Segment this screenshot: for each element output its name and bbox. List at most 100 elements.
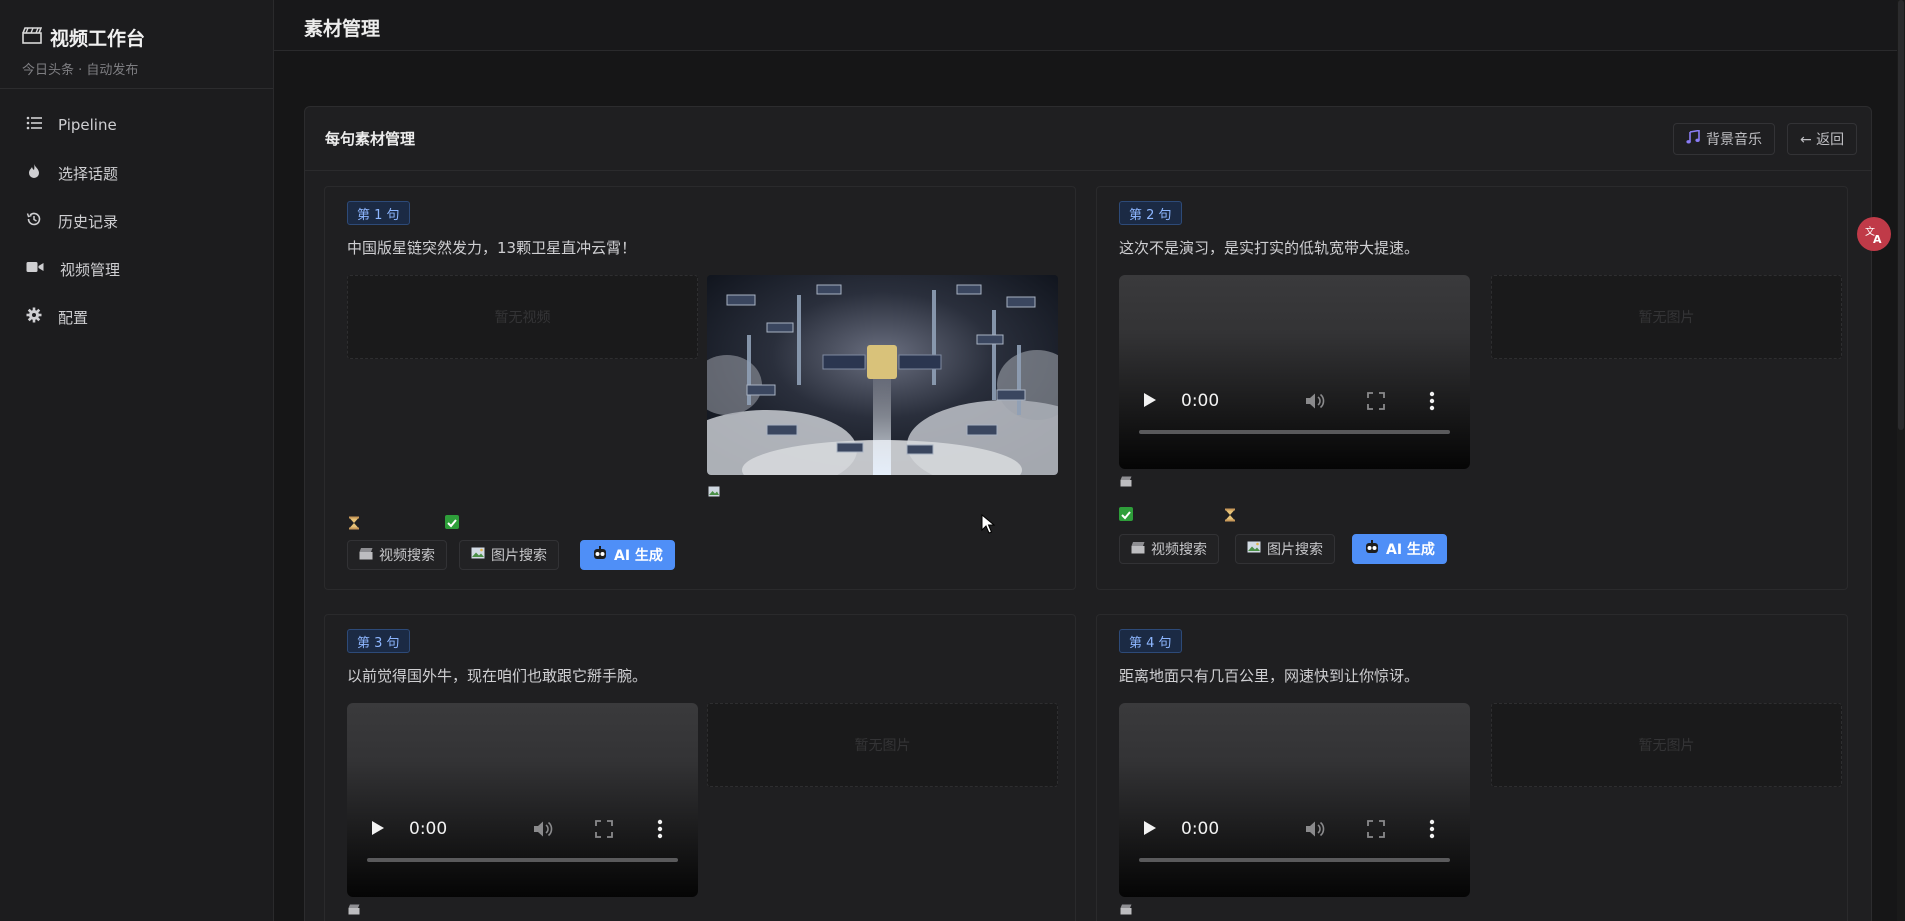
sentence-text: 这次不是演习，是实打实的低轨宽带大提速。 [1119,239,1420,257]
video-placeholder: 暂无视频 [347,275,698,359]
topbar: 素材管理 [274,0,1905,51]
check-icon [445,515,459,529]
translate-icon[interactable]: 文A [1857,217,1891,251]
sentence-card-2: 第 2 句 这次不是演习，是实打实的低轨宽带大提速。 0:00 暂无图片 视频搜… [1096,186,1848,590]
sentence-card-4: 第 4 句 距离地面只有几百公里，网速快到让你惊讶。 0:00 暂无图片 [1096,614,1848,921]
background-music-label: 背景音乐 [1706,132,1762,148]
mouse-cursor-icon [981,513,996,538]
fullscreen-icon[interactable] [595,820,613,842]
panel-header: 每句素材管理 背景音乐 ← 返回 [305,107,1871,171]
svg-text:A: A [1873,233,1882,245]
brand: 视频工作台 今日头条 · 自动发布 [0,0,273,89]
clapperboard-icon [1119,474,1133,488]
video-player[interactable]: 0:00 [1119,275,1470,469]
brand-subtitle: 今日头条 · 自动发布 [22,63,139,78]
play-icon[interactable] [371,820,385,840]
video-player[interactable]: 0:00 [347,703,698,897]
sidebar-item-videos[interactable]: 视频管理 [0,245,273,293]
sidebar-nav: Pipeline 选择话题 历史记录 视频管理 配置 [0,89,273,341]
video-camera-icon [26,260,44,278]
history-icon [26,211,42,231]
more-options-icon[interactable] [657,819,663,843]
sidebar-item-label: 历史记录 [58,212,119,231]
video-search-button[interactable]: 视频搜索 [1119,534,1219,564]
image-placeholder: 暂无图片 [707,703,1058,787]
back-button[interactable]: ← 返回 [1787,123,1858,155]
video-time: 0:00 [409,819,448,839]
background-music-button[interactable]: 背景音乐 [1673,123,1775,155]
video-progress-track[interactable] [1139,430,1450,434]
clapperboard-icon [359,547,373,564]
sentence-text: 以前觉得国外牛，现在咱们也敢跟它掰手腕。 [347,667,648,685]
image-icon [471,547,485,563]
video-search-button[interactable]: 视频搜索 [347,540,447,570]
video-time: 0:00 [1181,819,1220,839]
volume-icon[interactable] [1305,392,1325,414]
more-options-icon[interactable] [1429,819,1435,843]
play-icon[interactable] [1143,392,1157,412]
image-search-label: 图片搜索 [1267,542,1323,558]
music-note-icon [1686,129,1700,148]
sentence-text: 距离地面只有几百公里，网速快到让你惊讶。 [1119,667,1420,685]
volume-icon[interactable] [1305,820,1325,842]
more-options-icon[interactable] [1429,391,1435,415]
brand-title: 视频工作台 [50,28,146,50]
image-search-button[interactable]: 图片搜索 [459,540,559,570]
sidebar-item-history[interactable]: 历史记录 [0,197,273,245]
image-icon [707,484,721,498]
sentence-badge: 第 1 句 [347,201,410,225]
fullscreen-icon[interactable] [1367,392,1385,414]
sidebar-item-label: 配置 [58,308,89,327]
scrollbar-thumb[interactable] [1898,0,1904,430]
clapperboard-icon [22,26,43,49]
sentence-card-3: 第 3 句 以前觉得国外牛，现在咱们也敢跟它掰手腕。 0:00 暂无图片 [324,614,1076,921]
volume-icon[interactable] [533,820,553,842]
video-search-label: 视频搜索 [1151,542,1207,558]
video-controls: 0:00 [347,817,698,841]
sentence-text: 中国版星链突然发力，13颗卫星直冲云霄！ [347,239,637,257]
clapperboard-icon [1131,541,1145,558]
sidebar-item-label: 视频管理 [60,260,121,279]
image-search-button[interactable]: 图片搜索 [1235,534,1335,564]
image-search-label: 图片搜索 [491,548,547,564]
sidebar-item-pipeline[interactable]: Pipeline [0,101,273,149]
image-placeholder: 暂无图片 [1491,275,1842,359]
robot-icon [592,545,608,565]
video-progress-track[interactable] [1139,858,1450,862]
video-controls: 0:00 [1119,817,1470,841]
sidebar-item-config[interactable]: 配置 [0,293,273,341]
hourglass-icon [347,515,361,530]
video-player[interactable]: 0:00 [1119,703,1470,897]
sentence-badge: 第 3 句 [347,629,410,653]
image-placeholder: 暂无图片 [1491,703,1842,787]
check-icon [1119,507,1133,521]
sentence-card-1: 第 1 句 中国版星链突然发力，13颗卫星直冲云霄！ 暂无视频 视频搜索 图片搜… [324,186,1076,590]
sidebar-item-label: Pipeline [58,116,117,134]
video-controls: 0:00 [1119,389,1470,413]
clapperboard-icon [1119,902,1133,916]
generated-satellite-image[interactable] [707,275,1058,475]
sidebar-item-label: 选择话题 [58,164,119,183]
panel-title: 每句素材管理 [325,130,416,148]
page-title: 素材管理 [304,18,381,40]
ai-generate-label: AI 生成 [1386,542,1435,558]
page-scrollbar[interactable] [1897,0,1905,921]
video-time: 0:00 [1181,391,1220,411]
robot-icon [1364,539,1380,559]
gear-icon [26,307,42,327]
sentence-badge: 第 4 句 [1119,629,1182,653]
hourglass-icon [1223,507,1237,522]
video-progress-track[interactable] [367,858,678,862]
fire-icon [26,163,42,183]
sidebar-item-topics[interactable]: 选择话题 [0,149,273,197]
fullscreen-icon[interactable] [1367,820,1385,842]
sentence-badge: 第 2 句 [1119,201,1182,225]
ai-generate-button[interactable]: AI 生成 [580,540,675,570]
play-icon[interactable] [1143,820,1157,840]
ai-generate-button[interactable]: AI 生成 [1352,534,1447,564]
video-search-label: 视频搜索 [379,548,435,564]
image-icon [1247,541,1261,557]
ai-generate-label: AI 生成 [614,548,663,564]
clapperboard-icon [347,902,361,916]
sidebar: 视频工作台 今日头条 · 自动发布 Pipeline 选择话题 历史记录 视频管… [0,0,274,921]
